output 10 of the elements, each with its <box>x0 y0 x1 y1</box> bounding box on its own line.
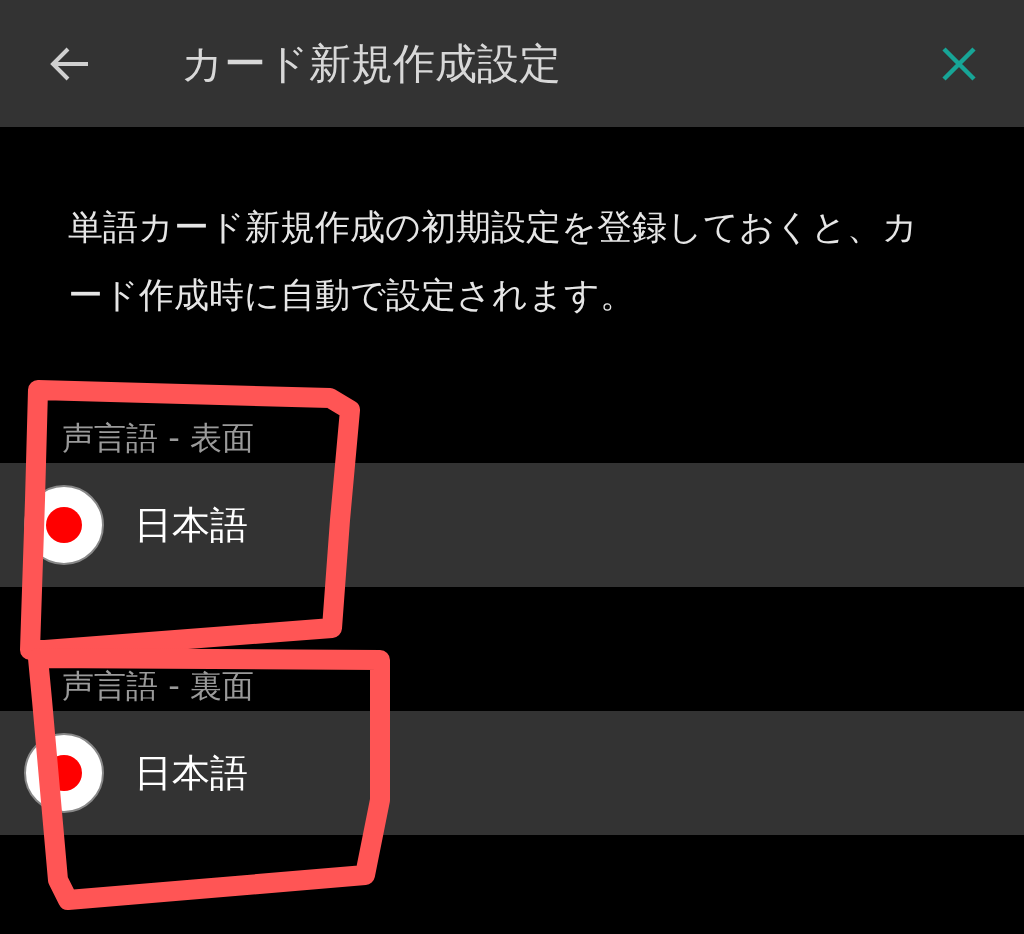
section-label: 声言語 - 表面 <box>62 418 255 459</box>
description-text: 単語カード新規作成の初期設定を登録しておくと、カード作成時に自動で設定されます。 <box>68 206 919 317</box>
option-label: 日本語 <box>134 501 248 549</box>
screen-title: カード新規作成設定 <box>181 38 561 90</box>
back-arrow-icon <box>50 45 90 82</box>
option-label: 日本語 <box>134 749 248 797</box>
section-label: 声言語 - 裏面 <box>62 666 255 707</box>
language-option-row[interactable]: 日本語 <box>0 711 1024 835</box>
close-icon <box>941 45 977 82</box>
language-option-row[interactable]: 日本語 <box>0 463 1024 587</box>
